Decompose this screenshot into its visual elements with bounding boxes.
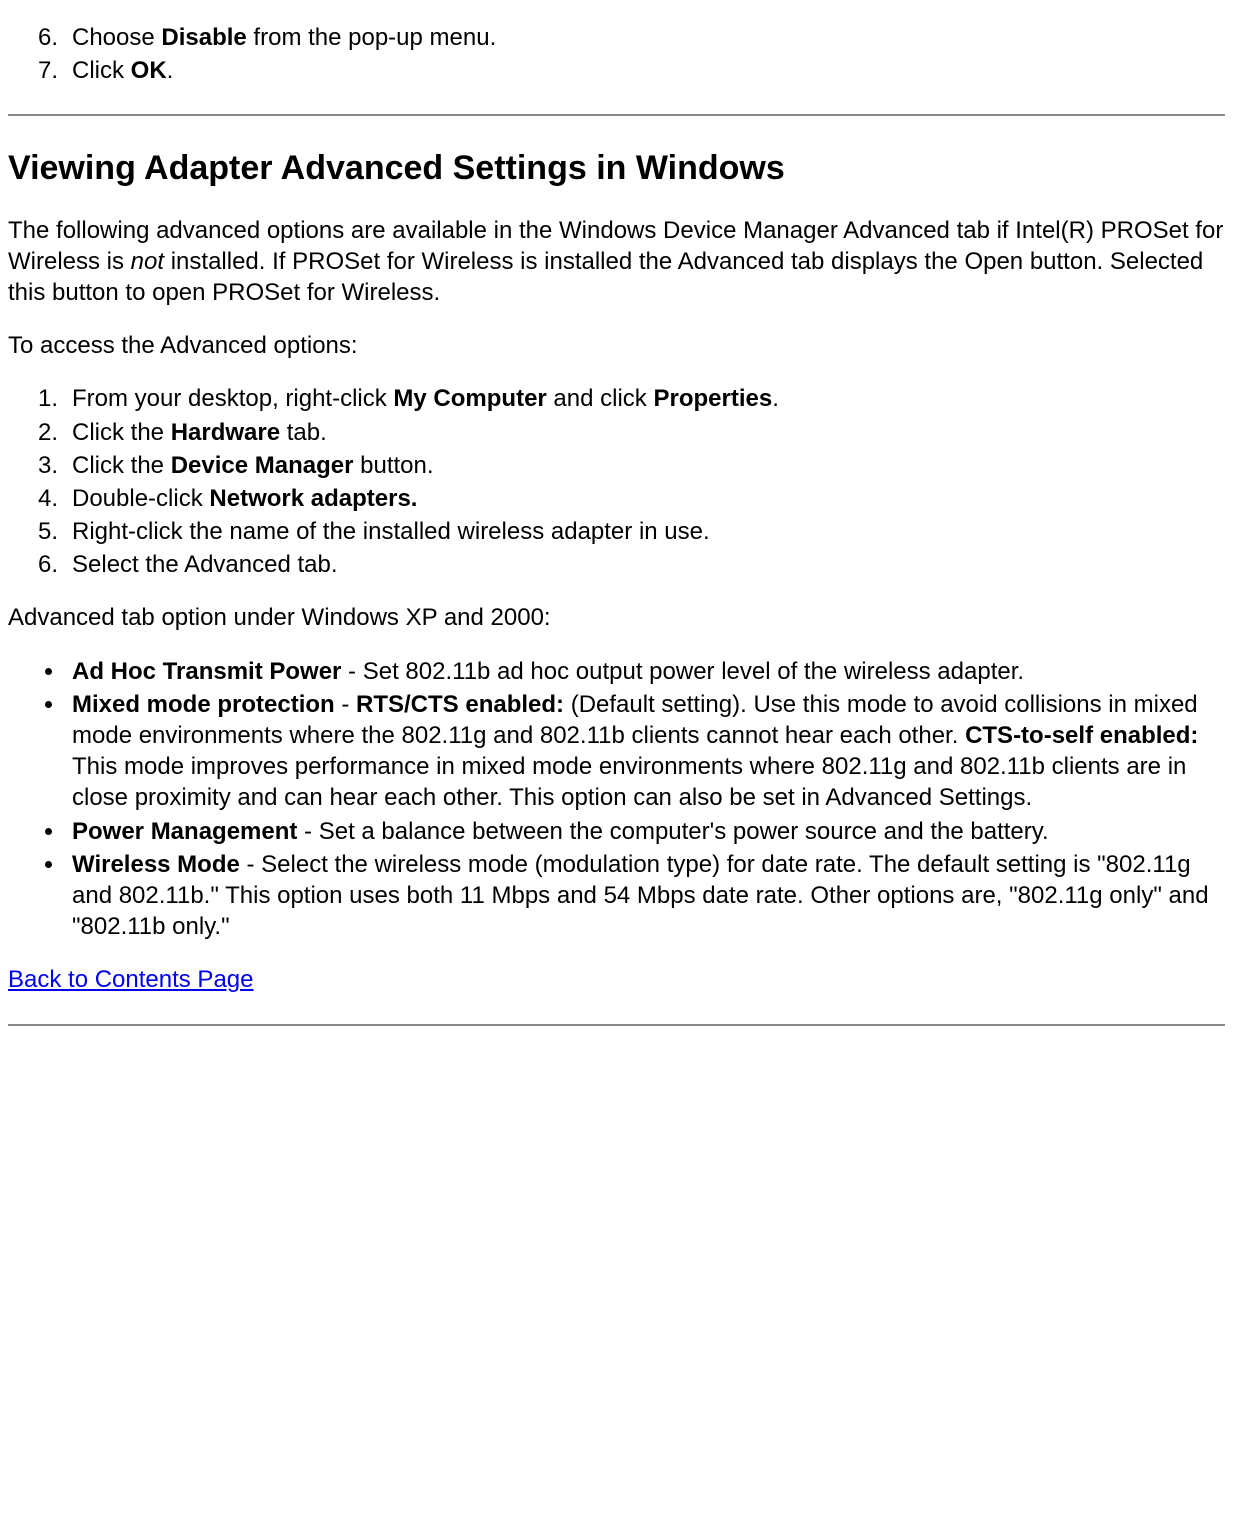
bold-text: Power Management — [72, 818, 297, 845]
text: - — [335, 691, 356, 718]
list-item: Click the Device Manager button. — [66, 450, 1225, 481]
text: - Select the wireless mode (modulation t… — [72, 851, 1209, 940]
top-ordered-list: Choose Disable from the pop-up menu. Cli… — [8, 22, 1225, 86]
text: Click the — [72, 452, 171, 479]
list-item: Double-click Network adapters. — [66, 483, 1225, 514]
list-item: Click the Hardware tab. — [66, 417, 1225, 448]
list-item: Ad Hoc Transmit Power - Set 802.11b ad h… — [66, 656, 1225, 687]
back-link-paragraph: Back to Contents Page — [8, 964, 1225, 995]
bold-text: Network adapters. — [209, 485, 417, 512]
list-item: Mixed mode protection - RTS/CTS enabled:… — [66, 689, 1225, 814]
options-bullet-list: Ad Hoc Transmit Power - Set 802.11b ad h… — [8, 656, 1225, 943]
divider — [8, 1024, 1225, 1026]
paragraph: Advanced tab option under Windows XP and… — [8, 602, 1225, 633]
list-item: From your desktop, right-click My Comput… — [66, 383, 1225, 414]
text: button. — [353, 452, 433, 479]
text: Click the — [72, 419, 171, 446]
text: . — [167, 57, 174, 84]
bold-text: CTS-to-self enabled: — [965, 722, 1198, 749]
steps-ordered-list: From your desktop, right-click My Comput… — [8, 383, 1225, 580]
italic-text: not — [131, 248, 164, 275]
list-item: Power Management - Set a balance between… — [66, 816, 1225, 847]
back-to-contents-link[interactable]: Back to Contents Page — [8, 966, 253, 993]
bold-text: Device Manager — [171, 452, 354, 479]
text: and click — [547, 385, 654, 412]
text: This mode improves performance in mixed … — [72, 753, 1186, 811]
text: Click — [72, 57, 131, 84]
text: from the pop-up menu. — [247, 24, 496, 51]
bold-text: Wireless Mode — [72, 851, 240, 878]
text: Choose — [72, 24, 161, 51]
list-item: Click OK. — [66, 55, 1225, 86]
text: . — [772, 385, 779, 412]
bold-text: Ad Hoc Transmit Power — [72, 658, 341, 685]
bold-text: Disable — [161, 24, 246, 51]
section-heading: Viewing Adapter Advanced Settings in Win… — [8, 146, 1225, 190]
bold-text: Mixed mode protection — [72, 691, 335, 718]
divider — [8, 114, 1225, 116]
list-item: Select the Advanced tab. — [66, 549, 1225, 580]
paragraph: To access the Advanced options: — [8, 330, 1225, 361]
bold-text: RTS/CTS enabled: — [356, 691, 564, 718]
text: tab. — [280, 419, 327, 446]
bold-text: Hardware — [171, 419, 280, 446]
text: - Set 802.11b ad hoc output power level … — [341, 658, 1024, 685]
text: Double-click — [72, 485, 209, 512]
bold-text: Properties — [653, 385, 772, 412]
bold-text: OK — [131, 57, 167, 84]
list-item: Right-click the name of the installed wi… — [66, 516, 1225, 547]
list-item: Choose Disable from the pop-up menu. — [66, 22, 1225, 53]
list-item: Wireless Mode - Select the wireless mode… — [66, 849, 1225, 943]
text: - Set a balance between the computer's p… — [297, 818, 1048, 845]
paragraph: The following advanced options are avail… — [8, 215, 1225, 309]
bold-text: My Computer — [393, 385, 546, 412]
text: installed. If PROSet for Wireless is ins… — [8, 248, 1203, 306]
text: From your desktop, right-click — [72, 385, 393, 412]
